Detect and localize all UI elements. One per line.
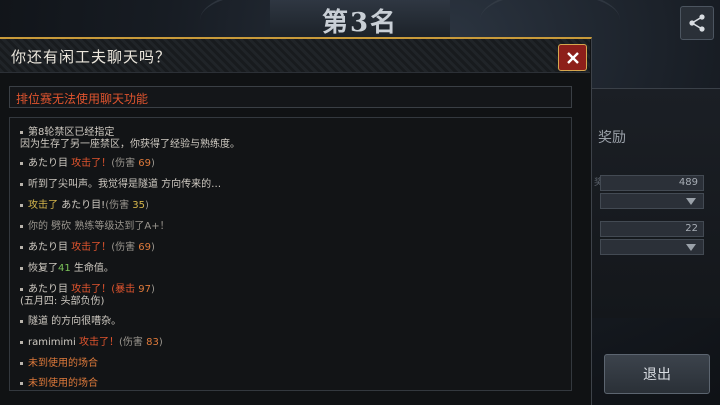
- log-line: 你的 劈砍 熟练等级达到了A+！: [20, 221, 170, 233]
- log-line: あたり目 攻击了！(暴击 97): [20, 284, 155, 296]
- bullet-icon: [20, 161, 23, 165]
- modal-title: 你还有闲工夫聊天吗？: [11, 48, 172, 66]
- log-line: 听到了尖叫声。我觉得是隧道 方向传来的…: [20, 179, 221, 191]
- bullet-icon: [20, 266, 23, 270]
- chevron-down-icon: [686, 198, 696, 205]
- rank-banner: 第3名: [270, 0, 450, 38]
- log-line: 未到使用的场合: [20, 378, 98, 390]
- log-line: 第8轮禁区已经指定: [20, 127, 114, 139]
- chevron-down-icon: [686, 244, 696, 251]
- bullet-icon: [20, 287, 23, 291]
- bullet-icon: [20, 203, 23, 207]
- battle-log[interactable]: 第8轮禁区已经指定 因为生存了另一座禁区，你获得了经验与熟练度。 あたり目 攻击…: [9, 117, 572, 391]
- bullet-icon: [20, 381, 23, 385]
- notice-text: 排位赛无法使用聊天功能: [16, 92, 149, 106]
- log-line: あたり目 攻击了！(伤害 69): [20, 158, 155, 170]
- bullet-icon: [20, 245, 23, 249]
- reward-field-1-value: 489: [678, 177, 698, 188]
- reward-label: 奖励: [598, 130, 626, 146]
- log-line: 因为生存了另一座禁区，你获得了经验与熟练度。: [20, 139, 240, 150]
- close-button[interactable]: [558, 44, 587, 71]
- log-line: (五月四: 头部负伤): [20, 296, 105, 307]
- bullet-icon: [20, 340, 23, 344]
- log-line: 恢复了41 生命值。: [20, 263, 114, 275]
- log-line: 隧道 的方向很嘈杂。: [20, 316, 121, 328]
- modal-header: 你还有闲工夫聊天吗？: [0, 39, 590, 73]
- log-line: あたり目 攻击了！(伤害 69): [20, 242, 155, 254]
- bullet-icon: [20, 224, 23, 228]
- share-icon: [689, 14, 705, 32]
- chat-disabled-notice: 排位赛无法使用聊天功能: [9, 86, 572, 108]
- rank-title: 第3名: [321, 8, 399, 38]
- reward-field-2-value: 22: [685, 223, 698, 234]
- log-line: 攻击了 あたり目!(伤害 35): [20, 200, 149, 212]
- bullet-icon: [20, 319, 23, 323]
- bullet-icon: [20, 182, 23, 186]
- close-icon: [566, 51, 579, 64]
- bullet-icon: [20, 130, 23, 134]
- log-line: 未到使用的场合: [20, 358, 98, 370]
- bullet-icon: [20, 361, 23, 365]
- exit-button[interactable]: 退出: [604, 354, 710, 394]
- log-line: ramimimi 攻击了！(伤害 83): [20, 337, 163, 349]
- chat-modal: 你还有闲工夫聊天吗？ 排位赛无法使用聊天功能 第8轮禁区已经指定 因为生存了另一…: [0, 37, 592, 405]
- share-button[interactable]: [680, 6, 714, 40]
